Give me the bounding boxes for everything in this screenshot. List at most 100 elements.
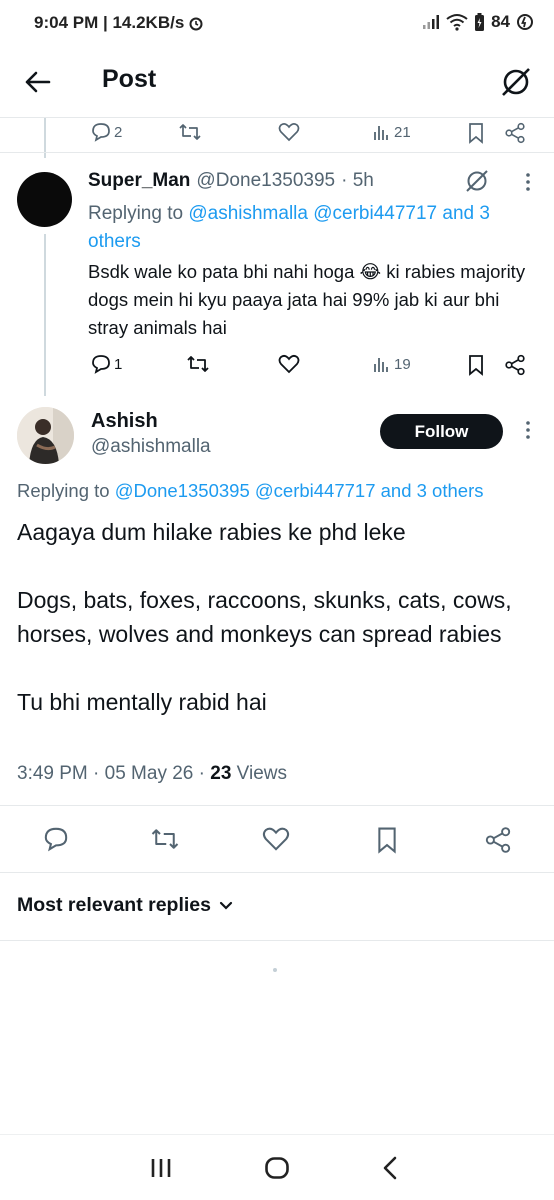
prev-tweet-actions: 2 21 bbox=[0, 120, 554, 150]
more-vertical-icon bbox=[526, 421, 530, 439]
data-saver-icon bbox=[517, 14, 533, 30]
author-handle[interactable]: @ashishmalla bbox=[91, 436, 211, 458]
more-options-button[interactable] bbox=[524, 420, 532, 445]
post-timestamp: 3:49 PM · 05 May 26 · bbox=[17, 763, 211, 784]
post-meta: 3:49 PM · 05 May 26 · 23 Views bbox=[17, 763, 287, 785]
post-text-line: Tu bhi mentally rabid hai bbox=[17, 689, 267, 715]
app-bar: Post bbox=[0, 50, 554, 114]
retweet-button[interactable] bbox=[178, 122, 202, 142]
battery-charging-icon bbox=[475, 13, 485, 31]
reply-button[interactable]: 1 bbox=[90, 354, 122, 374]
retweet-icon bbox=[151, 829, 179, 849]
reply-count: 2 bbox=[114, 123, 123, 141]
share-icon bbox=[505, 122, 525, 144]
comment-icon bbox=[92, 355, 110, 374]
more-vertical-icon bbox=[526, 173, 530, 191]
avatar[interactable] bbox=[17, 172, 72, 227]
bookmark-icon bbox=[469, 123, 483, 144]
heart-icon bbox=[278, 123, 300, 142]
battery-level: 84 bbox=[491, 12, 510, 31]
author-handle[interactable]: @Done1350395 bbox=[196, 170, 335, 192]
grok-icon bbox=[502, 68, 530, 96]
views-count: 21 bbox=[394, 123, 411, 141]
views-icon bbox=[374, 358, 388, 372]
like-button[interactable] bbox=[278, 354, 300, 374]
follow-button[interactable]: Follow bbox=[380, 414, 503, 449]
views-count: 23 bbox=[210, 763, 232, 784]
share-icon bbox=[485, 827, 511, 853]
views-count: 19 bbox=[394, 355, 411, 373]
page-title: Post bbox=[102, 65, 157, 93]
status-time: 9:04 PM | 14.2KB/s bbox=[34, 13, 185, 32]
chevron-down-icon bbox=[219, 901, 233, 910]
replying-to: Replying to @ashishmalla @cerbi447717 an… bbox=[88, 200, 538, 256]
bookmark-button[interactable] bbox=[375, 826, 399, 854]
divider bbox=[0, 940, 554, 941]
author-name[interactable]: Super_Man bbox=[88, 170, 190, 192]
replying-mentions[interactable]: @Done1350395 @cerbi447717 and 3 others bbox=[115, 480, 484, 501]
share-button[interactable] bbox=[504, 354, 526, 376]
views-label: Views bbox=[231, 763, 288, 784]
home-button[interactable] bbox=[260, 1153, 294, 1183]
divider bbox=[0, 805, 554, 806]
share-button[interactable] bbox=[484, 826, 512, 854]
avatar-photo-icon bbox=[17, 407, 74, 464]
status-bar: 9:04 PM | 14.2KB/s 84 bbox=[0, 0, 554, 50]
views-button[interactable]: 21 bbox=[372, 122, 411, 142]
like-button[interactable] bbox=[262, 826, 290, 852]
retweet-button[interactable] bbox=[186, 354, 210, 374]
retweet-icon bbox=[187, 356, 209, 372]
post-text-line: Aagaya dum hilake rabies ke phd leke bbox=[17, 519, 406, 545]
back-button[interactable] bbox=[20, 64, 56, 100]
reply-author: Super_Man @Done1350395 · 5h bbox=[88, 170, 374, 192]
views-icon bbox=[374, 126, 388, 140]
loading-indicator bbox=[273, 968, 277, 972]
replying-to: Replying to @Done1350395 @cerbi447717 an… bbox=[17, 480, 483, 502]
replying-prefix: Replying to bbox=[17, 480, 110, 501]
heart-icon bbox=[262, 827, 290, 851]
recent-apps-button[interactable] bbox=[144, 1153, 178, 1183]
share-button[interactable] bbox=[504, 122, 526, 144]
reply-button[interactable] bbox=[42, 826, 70, 852]
sort-replies-dropdown[interactable]: Most relevant replies bbox=[17, 894, 233, 917]
reply-count: 1 bbox=[114, 355, 123, 373]
grok-button[interactable] bbox=[496, 62, 536, 102]
arrow-left-icon bbox=[25, 71, 51, 93]
back-nav-button[interactable] bbox=[373, 1153, 407, 1183]
post-time: · 5h bbox=[341, 170, 374, 191]
home-icon bbox=[265, 1157, 289, 1179]
author-name[interactable]: Ashish bbox=[91, 410, 158, 433]
avatar[interactable] bbox=[17, 407, 74, 464]
reply-text: Bsdk wale ko pata bhi nahi hoga 😂 ki rab… bbox=[88, 261, 526, 338]
like-button[interactable] bbox=[278, 122, 300, 142]
alarm-icon bbox=[189, 17, 203, 31]
more-options-button[interactable] bbox=[524, 172, 532, 197]
signal-icon bbox=[423, 15, 440, 29]
bookmark-icon bbox=[469, 355, 483, 376]
system-nav-bar bbox=[0, 1134, 554, 1200]
bookmark-button[interactable] bbox=[467, 122, 485, 144]
recent-apps-icon bbox=[151, 1159, 171, 1177]
post-text-line: Dogs, bats, foxes, raccoons, skunks, cat… bbox=[17, 587, 512, 647]
replying-prefix: Replying to bbox=[88, 203, 184, 224]
reply-actions: 1 19 bbox=[0, 354, 554, 384]
heart-icon bbox=[278, 354, 300, 374]
grok-button[interactable] bbox=[464, 168, 490, 199]
divider bbox=[0, 152, 554, 153]
sort-label: Most relevant replies bbox=[17, 894, 211, 916]
bookmark-button[interactable] bbox=[467, 354, 485, 376]
views-button[interactable]: 19 bbox=[372, 354, 411, 374]
grok-icon bbox=[466, 170, 488, 192]
retweet-icon bbox=[179, 124, 201, 140]
divider bbox=[0, 117, 554, 118]
retweet-button[interactable] bbox=[150, 826, 180, 852]
divider bbox=[0, 872, 554, 873]
reply-button[interactable]: 2 bbox=[90, 122, 122, 142]
comment-icon bbox=[44, 827, 68, 852]
share-icon bbox=[505, 354, 525, 376]
back-chevron-icon bbox=[383, 1156, 397, 1180]
post-text: Aagaya dum hilake rabies ke phd leke Dog… bbox=[17, 515, 537, 753]
bookmark-icon bbox=[378, 827, 396, 854]
comment-icon bbox=[92, 123, 110, 142]
wifi-icon bbox=[446, 14, 468, 31]
